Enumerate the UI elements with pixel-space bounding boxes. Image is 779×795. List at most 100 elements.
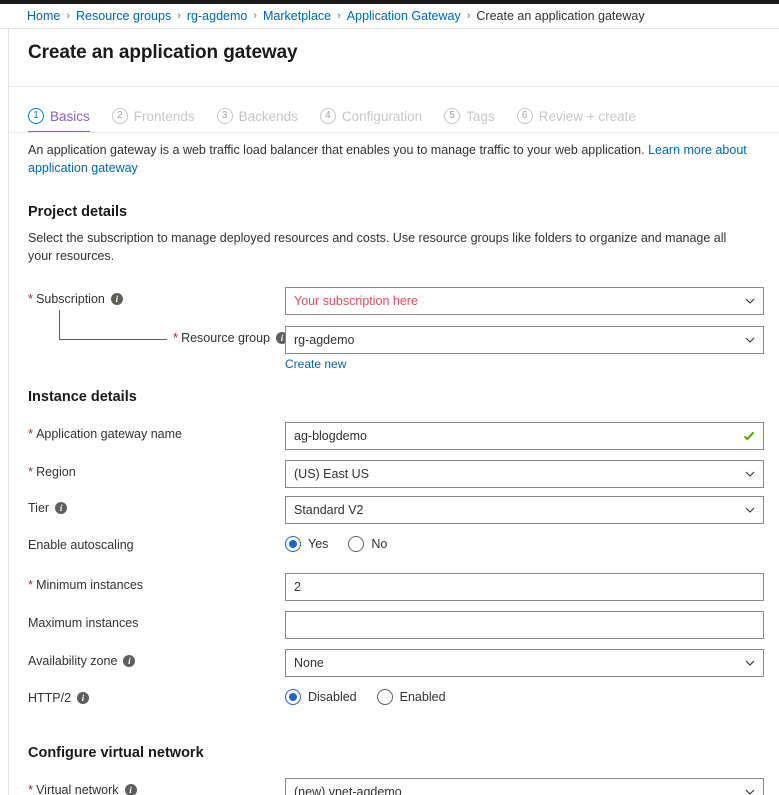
label-text: Region xyxy=(36,465,76,479)
form-row-gateway-name: * Application gateway name ag-blogdemo xyxy=(28,422,768,450)
label-region: * Region xyxy=(28,465,76,479)
form-row-virtual-network: * Virtual network i (new) vnet-agdemo Cr… xyxy=(28,778,768,795)
form-row-http2: HTTP/2 i Disabled Enabled xyxy=(28,686,768,714)
label-resource-group: * Resource group i xyxy=(173,330,289,345)
availability-zone-dropdown[interactable]: None xyxy=(285,649,764,677)
label-text: Resource group xyxy=(181,331,271,345)
tab-number-badge: 2 xyxy=(111,108,128,124)
control-gateway-name: ag-blogdemo xyxy=(285,422,764,450)
create-new-resource-group-link[interactable]: Create new xyxy=(285,357,346,371)
label-http2: HTTP/2 i xyxy=(28,691,90,705)
minimum-instances-input[interactable]: 2 xyxy=(285,573,764,601)
tab-review-create[interactable]: 6 Review + create xyxy=(516,99,647,133)
region-value: (US) East US xyxy=(294,467,370,481)
label-text: Maximum instances xyxy=(28,616,139,630)
tab-label: Review + create xyxy=(538,108,636,124)
tab-label: Tags xyxy=(466,108,495,124)
info-icon[interactable]: i xyxy=(123,655,136,667)
availability-zone-value: None xyxy=(294,656,324,670)
tab-number-badge: 4 xyxy=(319,108,336,124)
breadcrumb: Home › Resource groups › rg-agdemo › Mar… xyxy=(0,4,779,29)
subscription-dropdown[interactable]: Your subscription here xyxy=(285,287,764,315)
breadcrumb-item-application-gateway[interactable]: Application Gateway xyxy=(347,9,461,23)
required-asterisk: * xyxy=(28,291,34,306)
http2-radio-enabled[interactable]: Enabled xyxy=(376,689,446,705)
tab-backends[interactable]: 3 Backends xyxy=(216,99,309,133)
chevron-down-icon xyxy=(745,658,755,668)
tabs-divider xyxy=(9,132,779,133)
breadcrumb-item-home[interactable]: Home xyxy=(27,9,60,23)
radio-indicator xyxy=(376,689,393,705)
tab-configuration[interactable]: 4 Configuration xyxy=(319,99,433,133)
form-row-resource-group: * Resource group i rg-agdemo Create new xyxy=(28,310,768,371)
tier-dropdown[interactable]: Standard V2 xyxy=(285,496,764,524)
resource-group-dropdown[interactable]: rg-agdemo xyxy=(285,326,764,354)
breadcrumb-item-rg-agdemo[interactable]: rg-agdemo xyxy=(187,9,247,23)
tab-label: Basics xyxy=(50,108,90,124)
required-asterisk: * xyxy=(28,577,34,592)
radio-label: No xyxy=(371,537,388,551)
label-availability-zone: Availability zone i xyxy=(28,654,136,668)
resource-group-value: rg-agdemo xyxy=(294,333,355,347)
maximum-instances-input[interactable] xyxy=(285,611,764,639)
autoscaling-radio-yes[interactable]: Yes xyxy=(285,536,328,552)
breadcrumb-separator-icon: › xyxy=(66,10,71,22)
required-asterisk: * xyxy=(173,330,179,345)
radio-label: Enabled xyxy=(399,690,446,704)
tab-number-badge: 3 xyxy=(216,108,233,124)
form-row-minimum-instances: * Minimum instances 2 xyxy=(28,573,768,601)
label-text: Virtual network xyxy=(36,783,119,795)
gateway-name-input[interactable]: ag-blogdemo xyxy=(285,422,764,450)
form-row-maximum-instances: Maximum instances xyxy=(28,611,768,639)
form-content: An application gateway is a web traffic … xyxy=(28,141,768,795)
required-asterisk: * xyxy=(28,464,34,479)
form-row-tier: Tier i Standard V2 xyxy=(28,496,768,524)
intro-paragraph: An application gateway is a web traffic … xyxy=(28,141,753,177)
breadcrumb-item-current: Create an application gateway xyxy=(476,9,645,23)
info-icon[interactable]: i xyxy=(77,692,90,704)
http2-radio-disabled[interactable]: Disabled xyxy=(285,689,357,705)
virtual-network-dropdown[interactable]: (new) vnet-agdemo xyxy=(285,778,764,795)
azure-portal-create-application-gateway: Home › Resource groups › rg-agdemo › Mar… xyxy=(0,0,779,795)
autoscaling-radio-no[interactable]: No xyxy=(348,536,387,552)
form-row-region: * Region (US) East US xyxy=(28,460,768,488)
wizard-tabs: 1 Basics 2 Frontends 3 Backends 4 Config… xyxy=(28,99,658,133)
breadcrumb-separator-icon: › xyxy=(253,10,258,22)
region-dropdown[interactable]: (US) East US xyxy=(285,460,764,488)
label-text: Application gateway name xyxy=(36,427,182,441)
autoscaling-radio-group: Yes No xyxy=(285,536,387,552)
info-icon[interactable]: i xyxy=(110,293,123,305)
tab-tags[interactable]: 5 Tags xyxy=(444,99,506,133)
breadcrumb-item-marketplace[interactable]: Marketplace xyxy=(263,9,331,23)
required-asterisk: * xyxy=(28,426,34,441)
control-resource-group: rg-agdemo Create new xyxy=(285,326,764,373)
info-icon[interactable]: i xyxy=(124,784,137,795)
title-divider xyxy=(9,86,779,87)
form-row-availability-zone: Availability zone i None xyxy=(28,649,768,677)
valid-check-icon xyxy=(743,430,755,442)
tab-label: Backends xyxy=(238,108,298,124)
label-subscription: * Subscription i xyxy=(28,292,123,306)
form-row-enable-autoscaling: Enable autoscaling Yes No xyxy=(28,533,768,561)
tab-frontends[interactable]: 2 Frontends xyxy=(111,99,206,133)
label-text: Minimum instances xyxy=(36,578,144,592)
control-availability-zone: None xyxy=(285,649,764,677)
control-subscription: Your subscription here xyxy=(285,287,764,315)
breadcrumb-item-resource-groups[interactable]: Resource groups xyxy=(76,9,171,23)
blade-panel: Create an application gateway 1 Basics 2… xyxy=(8,29,779,795)
section-description-project-details: Select the subscription to manage deploy… xyxy=(28,231,727,263)
radio-label: Yes xyxy=(308,537,329,551)
label-enable-autoscaling: Enable autoscaling xyxy=(28,538,134,552)
info-icon[interactable]: i xyxy=(55,502,68,514)
breadcrumb-separator-icon: › xyxy=(177,10,181,22)
radio-indicator xyxy=(285,689,301,705)
required-asterisk: * xyxy=(28,782,34,795)
tab-basics[interactable]: 1 Basics xyxy=(28,99,101,133)
label-virtual-network: * Virtual network i xyxy=(28,783,137,795)
section-heading-project-details: Project details xyxy=(28,204,128,220)
virtual-network-value: (new) vnet-agdemo xyxy=(294,785,402,795)
intro-text: An application gateway is a web traffic … xyxy=(28,143,645,157)
tab-label: Configuration xyxy=(341,108,423,124)
control-virtual-network: (new) vnet-agdemo Create new xyxy=(285,778,764,795)
label-tier: Tier i xyxy=(28,501,68,515)
